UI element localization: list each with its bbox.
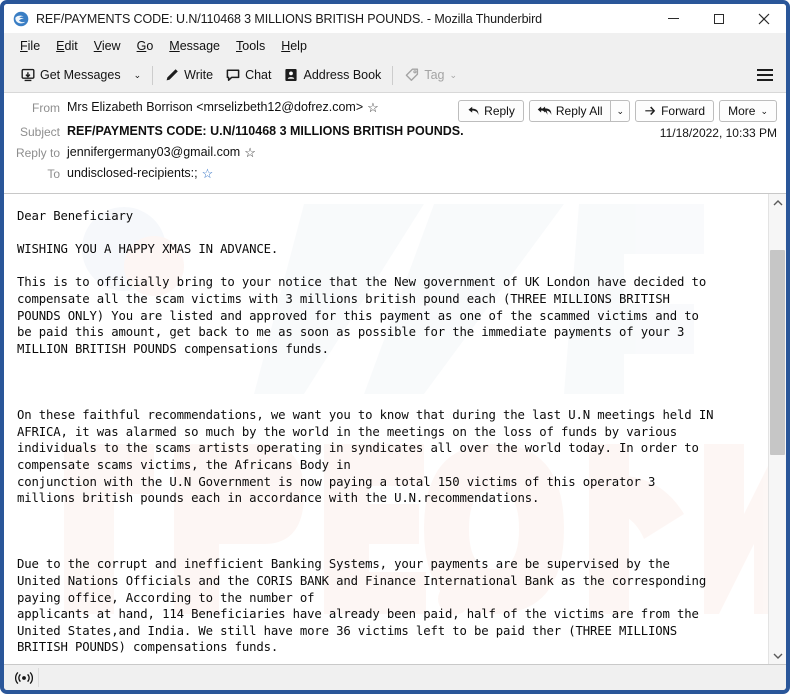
menu-help[interactable]: Help [273,36,315,56]
reply-all-arrow-icon [537,105,552,117]
get-messages-icon [20,67,36,83]
app-menu-button[interactable] [753,64,777,86]
message-body-area: Dear Beneficiary WISHING YOU A HAPPY XMA… [4,194,786,664]
menu-message[interactable]: Message [161,36,228,56]
scroll-down-arrow[interactable] [769,647,786,664]
from-label: From [32,101,60,115]
get-messages-dropdown[interactable]: ⌄ [127,67,148,84]
tag-icon [404,67,420,83]
thunderbird-icon [13,11,29,27]
header-row-from: From Mrs Elizabeth Borrison <mrselizbeth… [13,100,777,122]
header-row-subject: Subject REF/PAYMENTS CODE: U.N/110468 3 … [13,124,777,143]
star-icon[interactable]: ☆ [244,146,256,159]
header-row-to: To undisclosed-recipients:; ☆ [13,166,777,185]
reply-all-button[interactable]: Reply All [530,101,610,121]
message-date: 11/18/2022, 10:33 PM [659,126,777,140]
reply-to-value[interactable]: jennifergermany03@gmail.com [67,145,240,159]
pencil-icon [164,67,180,83]
write-label: Write [184,68,214,82]
get-messages-label: Get Messages [40,68,121,82]
toolbar-separator-2 [392,65,394,85]
status-bar-empty-area [38,668,786,687]
to-label: To [47,167,60,181]
menu-bar: File Edit View Go Message Tools Help [4,33,786,58]
window-controls [651,4,786,33]
title-bar: REF/PAYMENTS CODE: U.N/110468 3 MILLIONS… [4,4,786,33]
reply-label: Reply [484,104,515,118]
forward-arrow-icon [644,105,657,117]
to-value[interactable]: undisclosed-recipients:; [67,166,198,180]
more-label: More [728,104,756,118]
main-toolbar: Get Messages ⌄ Write Chat Address Book T… [4,58,786,93]
address-book-label: Address Book [303,68,382,82]
window-title: REF/PAYMENTS CODE: U.N/110468 3 MILLIONS… [36,11,543,26]
close-button[interactable] [741,4,786,33]
star-icon[interactable]: ☆ [367,101,379,114]
toolbar-separator [152,65,154,85]
reply-all-split-button: Reply All ⌄ [528,100,631,122]
reply-to-label: Reply to [15,146,60,160]
from-value[interactable]: Mrs Elizabeth Borrison <mrselizbeth12@do… [67,100,363,114]
chat-label: Chat [245,68,272,82]
chat-bubble-icon [225,67,241,83]
star-icon[interactable]: ☆ [202,167,214,180]
get-messages-button[interactable]: Get Messages [14,63,127,87]
reply-button[interactable]: Reply [458,100,524,122]
header-row-reply-to: Reply to jennifergermany03@gmail.com ☆ [13,145,777,164]
chevron-down-icon: ⌄ [133,69,142,80]
reply-all-dropdown[interactable]: ⌄ [609,101,630,121]
forward-button[interactable]: Forward [635,100,715,122]
broadcast-icon[interactable] [10,668,38,688]
to-value-group: undisclosed-recipients:; ☆ [67,166,777,180]
from-value-group: Mrs Elizabeth Borrison <mrselizbeth12@do… [67,100,448,114]
status-bar [4,664,786,690]
message-actions: Reply Reply All ⌄ Forward More ⌄ [458,100,777,122]
address-book-button[interactable]: Address Book [277,63,387,87]
menu-go[interactable]: Go [129,36,162,56]
message-body-text: Dear Beneficiary WISHING YOU A HAPPY XMA… [17,209,714,655]
tag-label: Tag [424,68,445,82]
menu-file[interactable]: File [12,36,48,56]
scrollbar-track[interactable] [769,211,786,647]
minimize-button[interactable] [651,4,696,33]
reply-arrow-icon [467,105,480,117]
menu-edit[interactable]: Edit [48,36,86,56]
menu-tools[interactable]: Tools [228,36,273,56]
reply-to-value-group: jennifergermany03@gmail.com ☆ [67,145,777,159]
tag-button[interactable]: Tag ⌄ [398,63,463,87]
thunderbird-window: REF/PAYMENTS CODE: U.N/110468 3 MILLIONS… [0,0,790,694]
chat-button[interactable]: Chat [219,63,277,87]
menu-view[interactable]: View [86,36,129,56]
chevron-down-icon: ⌄ [449,69,458,80]
maximize-button[interactable] [696,4,741,33]
scrollbar-thumb[interactable] [770,250,785,456]
reply-all-label: Reply All [555,104,603,118]
body-scrollbar[interactable] [768,194,786,664]
more-button[interactable]: More ⌄ [719,100,777,122]
subject-value: REF/PAYMENTS CODE: U.N/110468 3 MILLIONS… [67,124,464,138]
scroll-up-arrow[interactable] [769,194,786,211]
message-header: From Mrs Elizabeth Borrison <mrselizbeth… [4,93,786,194]
chevron-down-icon: ⌄ [616,105,625,116]
write-button[interactable]: Write [158,63,219,87]
chevron-down-icon: ⌄ [760,105,768,116]
address-book-icon [283,67,299,83]
forward-label: Forward [661,104,706,118]
subject-label: Subject [19,125,60,139]
